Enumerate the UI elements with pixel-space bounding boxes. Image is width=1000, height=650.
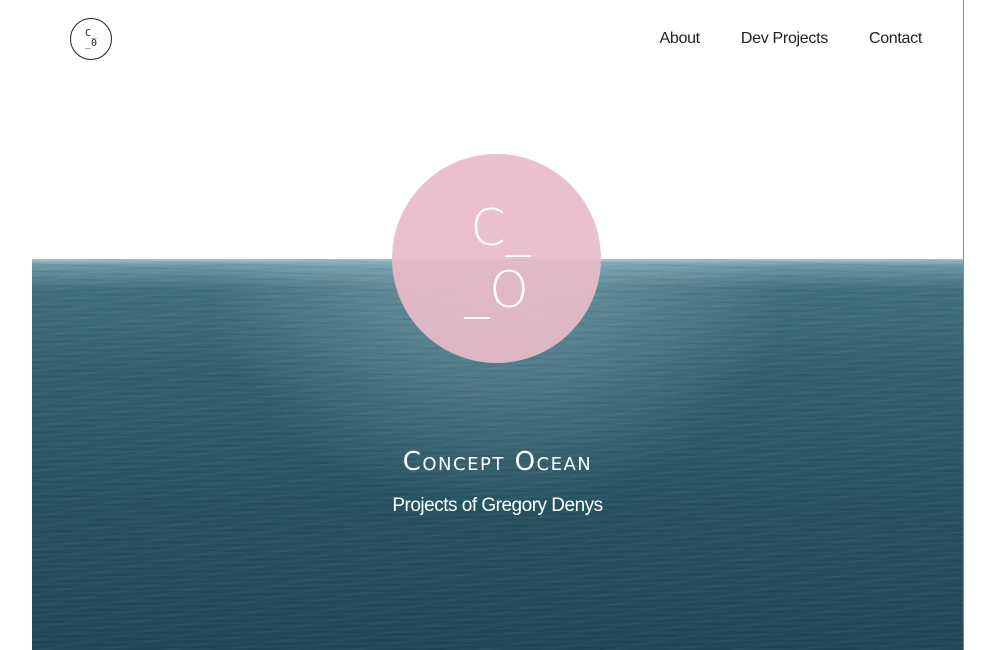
site-logo[interactable]: C_ _0 (70, 18, 112, 60)
emblem-line-1: C_ (470, 198, 531, 257)
logo-line-2: _0 (84, 38, 98, 49)
nav-link-about[interactable]: About (660, 30, 701, 48)
page-right-border (963, 0, 964, 650)
hero-subtitle: Projects of Gregory Denys (392, 495, 603, 516)
page: C_ _0 About Dev Projects Contact Concept… (0, 0, 1000, 650)
nav-link-contact[interactable]: Contact (869, 30, 922, 48)
hero-emblem-circle: C_ _O (392, 154, 601, 363)
emblem-line-2: _O (464, 260, 529, 319)
nav-link-dev-projects[interactable]: Dev Projects (741, 30, 828, 48)
main-nav: About Dev Projects Contact (660, 30, 923, 48)
hero-title: Concept Ocean (402, 447, 593, 477)
